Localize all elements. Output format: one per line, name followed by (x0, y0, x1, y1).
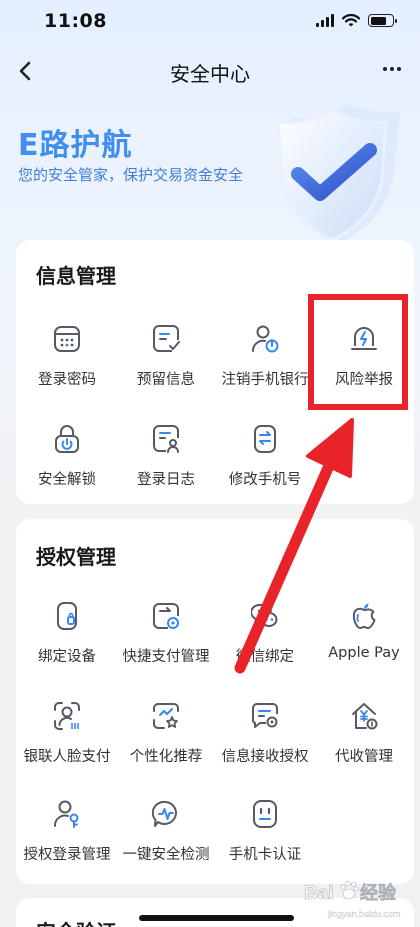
grid-item-bind-device[interactable]: 绑定设备 (17, 601, 117, 679)
svg-text:经验: 经验 (360, 882, 397, 904)
grid-item-cancel-mobile-banking[interactable]: 注销手机银行 (215, 324, 315, 402)
grid-item-personalized-recommend[interactable]: 个性化推荐 (116, 701, 216, 779)
grid-item-change-phone[interactable]: 修改手机号 (215, 424, 315, 502)
wifi-icon (342, 14, 360, 27)
status-time: 11:08 (44, 10, 107, 32)
annotation-highlight-box (308, 294, 408, 410)
grid-item-label: 快捷支付管理 (122, 649, 210, 665)
change-phone-icon (254, 425, 276, 453)
baidu-jingyan-watermark: Bai 经验 jingyan.baidu.com (304, 880, 401, 919)
nav-bar: 安全中心 (0, 48, 420, 94)
grid-item-unionpay-face-pay[interactable]: 银联人脸支付 (17, 701, 117, 779)
grid-item-label: 个性化推荐 (129, 749, 203, 765)
shield-check-illustration (276, 104, 400, 242)
grid-item-label: 手机卡认证 (228, 847, 302, 863)
grid-item-label: 注销手机银行 (221, 372, 309, 388)
cancel-account-icon (251, 325, 279, 353)
grid-item-label: 一键安全检测 (122, 847, 210, 863)
grid-item-one-click-security-check[interactable]: 一键安全检测 (116, 799, 216, 877)
grid-item-message-receive-auth[interactable]: 信息接收授权 (215, 701, 315, 779)
status-bar: 11:08 (0, 0, 420, 46)
grid-item-label: 预留信息 (137, 372, 195, 388)
battery-icon (368, 14, 397, 27)
message-auth-icon (252, 703, 278, 728)
grid-item-label: 修改手机号 (228, 472, 302, 488)
grid-item-sim-card-auth[interactable]: 手机卡认证 (215, 799, 315, 877)
sim-card-icon (253, 800, 277, 828)
apple-icon (352, 603, 376, 629)
status-icons (316, 14, 397, 27)
grid-item-collection-management[interactable]: 代收管理 (314, 701, 414, 779)
grid-item-label: 绑定设备 (38, 649, 96, 665)
grid-item-login-password[interactable]: 登录密码 (17, 324, 117, 402)
grid-item-login-log[interactable]: 登录日志 (116, 424, 216, 502)
security-check-icon (152, 800, 177, 827)
grid-item-label: 安全解锁 (38, 472, 96, 488)
more-dot-icon (390, 67, 394, 71)
section-title: 信息管理 (36, 264, 116, 288)
grid-item-auth-login-management[interactable]: 授权登录管理 (17, 799, 117, 877)
grid-item-label: 登录密码 (38, 372, 96, 388)
quick-pay-icon (153, 603, 179, 629)
grid-item-wechat-binding[interactable]: 微信绑定 (215, 601, 315, 679)
grid-item-security-unlock[interactable]: 安全解锁 (17, 424, 117, 502)
unlock-icon (55, 425, 79, 453)
recommend-icon (153, 703, 179, 729)
home-indicator[interactable] (139, 915, 294, 921)
section-title: 安全验证 (36, 916, 116, 927)
hero-title: E路护航 (18, 128, 133, 163)
more-dot-icon (397, 67, 401, 71)
wechat-icon (251, 603, 278, 628)
grid-item-label: 信息接收授权 (221, 749, 309, 765)
more-menu-button[interactable] (376, 54, 408, 84)
bind-device-icon (57, 602, 77, 630)
grid-item-label: 授权登录管理 (23, 847, 111, 863)
authorization-management-card: 授权管理 绑定设备 快捷支付管理 微信绑定 Apple Pay 银联人脸支付 个… (16, 519, 414, 884)
page-title: 安全中心 (170, 62, 250, 86)
grid-item-apple-pay[interactable]: Apple Pay (314, 601, 414, 679)
grid-item-label: 微信绑定 (236, 649, 294, 665)
svg-text:Bai: Bai (304, 883, 334, 904)
hero-subtitle: 您的安全管家，保护交易资金安全 (18, 166, 244, 184)
section-title: 授权管理 (36, 545, 116, 569)
grid-item-label: 登录日志 (137, 472, 195, 488)
grid-item-label: Apple Pay (328, 645, 400, 661)
collection-icon (352, 703, 378, 730)
login-log-icon (153, 425, 179, 453)
grid-item-label: 代收管理 (335, 749, 393, 765)
reserved-info-icon (153, 325, 180, 352)
cellular-signal-icon (316, 14, 334, 27)
grid-item-reserved-info[interactable]: 预留信息 (116, 324, 216, 402)
more-dot-icon (383, 67, 387, 71)
face-pay-icon (54, 702, 80, 730)
grid-item-quick-pay[interactable]: 快捷支付管理 (116, 601, 216, 679)
auth-login-icon (54, 800, 79, 828)
svg-text:jingyan.baidu.com: jingyan.baidu.com (327, 909, 401, 919)
grid-item-label: 银联人脸支付 (23, 749, 111, 765)
password-keypad-icon (54, 326, 80, 352)
